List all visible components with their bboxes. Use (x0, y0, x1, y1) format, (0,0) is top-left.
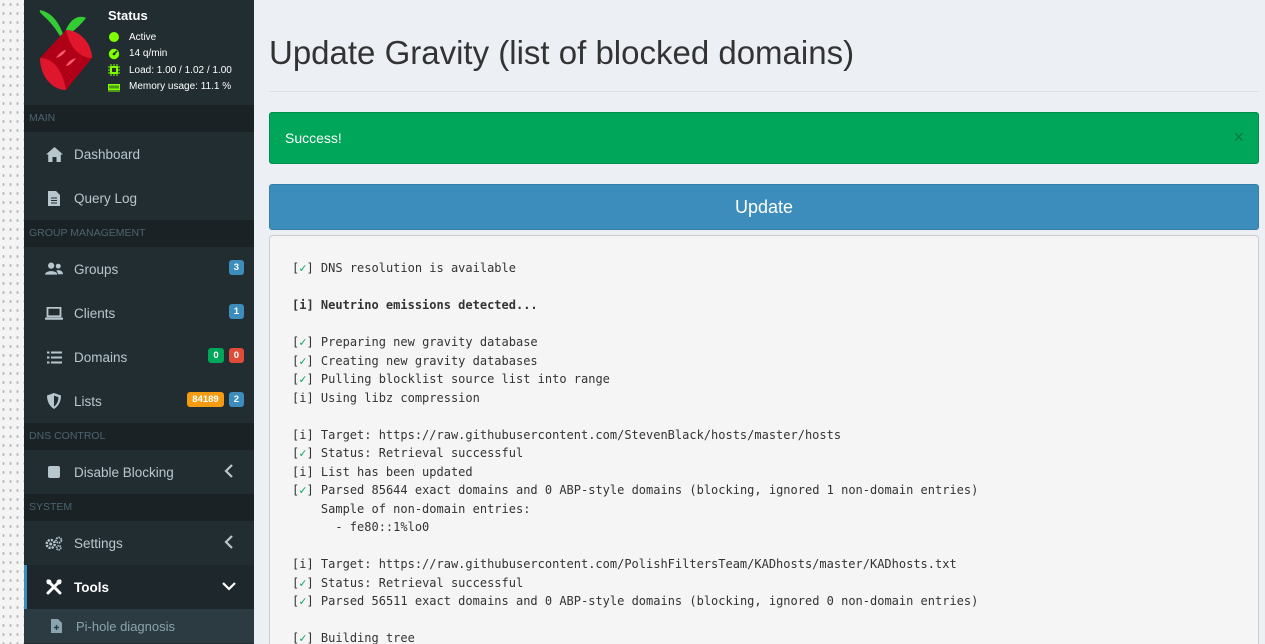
success-alert: Success! × (269, 112, 1259, 164)
denied-domains-badge: 0 (228, 348, 244, 363)
laptop-icon (45, 304, 63, 322)
sidebar-item-query-log[interactable]: Query Log (24, 176, 254, 220)
output-line: [i] List has been updated (292, 464, 473, 479)
status-active-label: Active (129, 31, 157, 43)
sidebar-item-settings[interactable]: Settings (24, 521, 254, 565)
output-line: [✓] Pulling blocklist source list into r… (292, 372, 610, 386)
output-line: [✓] Preparing new gravity database (292, 335, 538, 349)
sidebar-item-label: Query Log (74, 190, 138, 206)
active-dot-icon (109, 32, 119, 43)
gauge-icon (108, 48, 120, 59)
section-header-main: MAIN (24, 105, 254, 132)
clients-count-badge: 1 (228, 304, 244, 319)
status-queries-label: 14 q/min (129, 48, 168, 60)
sidebar-item-label: Tools (74, 579, 109, 595)
sidebar-subitem-pihole-diagnosis[interactable]: Pi-hole diagnosis (24, 609, 254, 643)
sidebar-item-label: Settings (74, 535, 123, 551)
output-line: [✓] Parsed 85644 exact domains and 0 ABP… (292, 483, 979, 497)
sidebar-item-label: Pi-hole diagnosis (76, 618, 176, 634)
output-line: [i] Neutrino emissions detected... (292, 298, 538, 312)
gears-icon (45, 534, 63, 552)
status-memory: Memory usage: 11.1 % (108, 79, 232, 96)
close-icon[interactable]: × (1233, 127, 1244, 147)
list-icon (45, 348, 63, 366)
main-content: Update Gravity (list of blocked domains)… (254, 0, 1265, 644)
output-line: [i] Using libz compression (292, 390, 480, 405)
update-button[interactable]: Update (269, 184, 1259, 230)
page-title: Update Gravity (list of blocked domains) (269, 34, 1259, 92)
file-medical-icon (49, 618, 63, 634)
sidebar-item-tools[interactable]: Tools (24, 565, 254, 609)
home-icon (45, 145, 63, 163)
allowed-domains-badge: 0 (208, 348, 224, 363)
sidebar-item-label: Clients (74, 305, 116, 321)
user-panel: Status Active 14 q/min Load: 1.00 / 1.02… (24, 0, 254, 105)
pihole-logo (39, 10, 92, 90)
domains-on-lists-badge: 84189 (187, 392, 224, 407)
status-load: Load: 1.00 / 1.02 / 1.00 (108, 62, 232, 79)
output-line: [✓] Creating new gravity databases (292, 353, 538, 368)
output-log: [✓] DNS resolution is available [i] Neut… (292, 259, 1236, 644)
output-line: [✓] Building tree (292, 631, 415, 644)
output-line: [✓] Status: Retrieval successful (292, 575, 524, 590)
users-icon (45, 260, 63, 278)
output-line: [i] Target: https://raw.githubuserconten… (292, 427, 842, 442)
sidebar-item-dashboard[interactable]: Dashboard (24, 132, 254, 176)
sidebar-item-label: Disable Blocking (74, 464, 174, 480)
sidebar-item-label: Domains (74, 349, 128, 365)
output-line: [✓] DNS resolution is available (292, 261, 516, 275)
file-icon (45, 189, 63, 207)
status-load-label: Load: 1.00 / 1.02 / 1.00 (129, 64, 232, 76)
sidebar-item-domains[interactable]: Domains 0 0 (24, 335, 254, 379)
sidebar-item-label: Groups (74, 261, 119, 277)
status-panel: Status Active 14 q/min Load: 1.00 / 1.02… (108, 8, 232, 95)
chevron-down-icon (222, 582, 236, 591)
output-line: [i] Target: https://raw.githubuserconten… (292, 557, 957, 571)
status-memory-label: Memory usage: 11.1 % (129, 81, 232, 93)
output-line: [✓] Status: Retrieval successful (292, 446, 524, 460)
output-line: [✓] Parsed 56511 exact domains and 0 ABP… (292, 594, 979, 608)
gravity-output: [✓] DNS resolution is available [i] Neut… (269, 235, 1259, 644)
alert-message: Success! (285, 130, 342, 146)
status-queries: 14 q/min (108, 46, 232, 63)
sidebar-item-lists[interactable]: Lists 84189 2 (24, 379, 254, 423)
cpu-icon (108, 64, 120, 77)
output-line: Sample of non-domain entries: (292, 501, 531, 516)
chevron-left-icon (224, 464, 233, 478)
background-pattern (0, 0, 24, 644)
groups-count-badge: 3 (228, 260, 244, 275)
section-header-group-management: GROUP MANAGEMENT (24, 220, 254, 247)
sidebar-item-label: Dashboard (74, 146, 141, 162)
stop-icon (45, 463, 63, 481)
memory-icon (108, 83, 120, 92)
status-title: Status (108, 8, 148, 23)
status-active: Active (108, 29, 232, 46)
sidebar-item-clients[interactable]: Clients 1 (24, 291, 254, 335)
lists-count-badge: 2 (228, 392, 244, 407)
sidebar-item-disable-blocking[interactable]: Disable Blocking (24, 450, 254, 494)
section-header-dns-control: DNS CONTROL (24, 423, 254, 450)
section-header-system: SYSTEM (24, 494, 254, 521)
tools-icon (45, 578, 63, 596)
sidebar-item-groups[interactable]: Groups 3 (24, 247, 254, 291)
shield-icon (45, 392, 63, 410)
chevron-left-icon (224, 535, 233, 549)
output-line: - fe80::1%lo0 (292, 520, 430, 534)
sidebar: Status Active 14 q/min Load: 1.00 / 1.02… (24, 0, 254, 644)
sidebar-item-label: Lists (74, 393, 102, 409)
